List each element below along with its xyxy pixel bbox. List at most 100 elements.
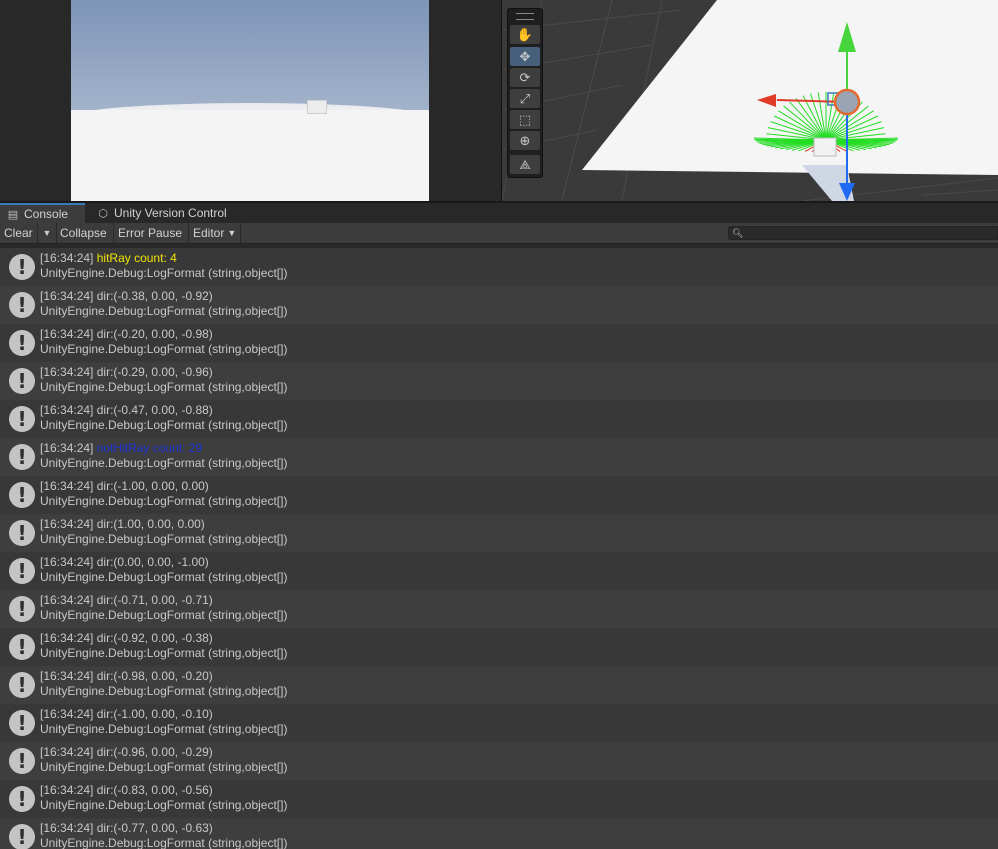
log-stacktrace: UnityEngine.Debug:LogFormat (string,obje… [40, 456, 288, 470]
log-entry[interactable]: ! [16:34:24] dir:(-0.47, 0.00, -0.88) Unit… [0, 400, 998, 438]
bottom-tabbar: ▤ Console ⬡ Unity Version Control [0, 203, 998, 224]
hand-tool-button[interactable]: ✋ [510, 25, 540, 44]
transform-tool-button[interactable]: ⊕ [510, 131, 540, 150]
gizmo-center-sphere[interactable] [833, 88, 861, 116]
log-info-icon: ! [9, 748, 35, 774]
rotate-icon: ⟳ [519, 69, 531, 85]
log-message: [16:34:24] dir:(-0.77, 0.00, -0.63) [40, 821, 213, 836]
rect-icon: ⬚ [518, 111, 532, 127]
log-message: [16:34:24] dir:(-0.47, 0.00, -0.88) [40, 403, 213, 418]
log-entry[interactable]: ! [16:34:24] dir:(0.00, 0.00, -1.00) Unity… [0, 552, 998, 590]
log-entry[interactable]: ! [16:34:24] dir:(-0.92, 0.00, -0.38) Unit… [0, 628, 998, 666]
log-timestamp: [16:34:24] [40, 669, 94, 683]
log-timestamp: [16:34:24] [40, 821, 94, 835]
clear-button[interactable]: Clear [0, 223, 38, 243]
scene-cube[interactable] [813, 137, 837, 157]
log-text: dir:(1.00, 0.00, 0.00) [96, 517, 205, 531]
log-message: [16:34:24] dir:(-1.00, 0.00, 0.00) [40, 479, 209, 494]
move-icon: ✥ [519, 48, 531, 64]
log-entry[interactable]: ! [16:34:24] dir:(-0.98, 0.00, -0.20) Unit… [0, 666, 998, 704]
log-text: hitRay count: 4 [96, 251, 177, 265]
log-stacktrace: UnityEngine.Debug:LogFormat (string,obje… [40, 570, 288, 584]
log-entry[interactable]: ! [16:34:24] dir:(-1.00, 0.00, -0.10) Unit… [0, 704, 998, 742]
game-view-margin-left [0, 0, 71, 201]
log-message: [16:34:24] dir:(1.00, 0.00, 0.00) [40, 517, 205, 532]
version-control-icon: ⬡ [98, 207, 108, 220]
rotate-tool-button[interactable]: ⟳ [510, 68, 540, 87]
move-tool-button[interactable]: ✥ [510, 47, 540, 66]
log-timestamp: [16:34:24] [40, 403, 94, 417]
collapse-button[interactable]: Collapse [56, 223, 114, 243]
log-stacktrace: UnityEngine.Debug:LogFormat (string,obje… [40, 646, 288, 660]
log-info-icon: ! [9, 292, 35, 318]
collapse-label: Collapse [60, 226, 107, 240]
log-message: [16:34:24] dir:(-0.83, 0.00, -0.56) [40, 783, 213, 798]
log-entry[interactable]: ! [16:34:24] dir:(1.00, 0.00, 0.00) UnityE… [0, 514, 998, 552]
log-message: [16:34:24] dir:(0.00, 0.00, -1.00) [40, 555, 209, 570]
log-text: notHitRay count: 29 [96, 441, 203, 455]
log-message: [16:34:24] dir:(-0.92, 0.00, -0.38) [40, 631, 213, 646]
log-message: [16:34:24] notHitRay count: 29 [40, 441, 202, 456]
game-cube [307, 100, 327, 114]
log-message: [16:34:24] dir:(-0.96, 0.00, -0.29) [40, 745, 213, 760]
log-info-icon: ! [9, 824, 35, 849]
log-text: dir:(-0.77, 0.00, -0.63) [96, 821, 213, 835]
log-info-icon: ! [9, 596, 35, 622]
log-message: [16:34:24] dir:(-0.29, 0.00, -0.96) [40, 365, 213, 380]
scale-tool-button[interactable]: ⤢ [510, 89, 540, 108]
log-text: dir:(-0.29, 0.00, -0.96) [96, 365, 213, 379]
log-stacktrace: UnityEngine.Debug:LogFormat (string,obje… [40, 760, 288, 774]
log-stacktrace: UnityEngine.Debug:LogFormat (string,obje… [40, 304, 288, 318]
log-entry[interactable]: ! [16:34:24] dir:(-0.83, 0.00, -0.56) Unit… [0, 780, 998, 818]
log-stacktrace: UnityEngine.Debug:LogFormat (string,obje… [40, 532, 288, 546]
overlay-drag-handle-icon[interactable] [516, 13, 534, 20]
log-info-icon: ! [9, 482, 35, 508]
log-entry[interactable]: ! [16:34:24] notHitRay count: 29 UnityEngi… [0, 438, 998, 476]
custom-tool-button[interactable]: ⟁ [510, 155, 540, 174]
log-timestamp: [16:34:24] [40, 555, 94, 569]
log-stacktrace: UnityEngine.Debug:LogFormat (string,obje… [40, 836, 288, 849]
log-entry[interactable]: ! [16:34:24] dir:(-1.00, 0.00, 0.00) Unity… [0, 476, 998, 514]
log-info-icon: ! [9, 634, 35, 660]
search-icon: 🔍︎ [732, 228, 744, 238]
console-search-input[interactable]: 🔍︎ [728, 226, 998, 240]
log-entry[interactable]: ! [16:34:24] dir:(-0.20, 0.00, -0.98) Unit… [0, 324, 998, 362]
log-entry[interactable]: ! [16:34:24] hitRay count: 4 UnityEngine.D… [0, 248, 998, 286]
log-text: dir:(-1.00, 0.00, 0.00) [96, 479, 209, 493]
log-text: dir:(-0.38, 0.00, -0.92) [96, 289, 213, 303]
rect-tool-button[interactable]: ⬚ [510, 110, 540, 129]
log-stacktrace: UnityEngine.Debug:LogFormat (string,obje… [40, 608, 288, 622]
log-entry[interactable]: ! [16:34:24] dir:(-0.29, 0.00, -0.96) Unit… [0, 362, 998, 400]
log-stacktrace: UnityEngine.Debug:LogFormat (string,obje… [40, 342, 288, 356]
editor-dropdown[interactable]: Editor ▼ [189, 223, 241, 243]
log-message: [16:34:24] dir:(-0.98, 0.00, -0.20) [40, 669, 213, 684]
log-message: [16:34:24] dir:(-0.71, 0.00, -0.71) [40, 593, 213, 608]
log-entry[interactable]: ! [16:34:24] dir:(-0.38, 0.00, -0.92) Unit… [0, 286, 998, 324]
editor-views: ✋ ✥ ⟳ ⤢ ⬚ ⊕ ⟁ [0, 0, 998, 203]
log-info-icon: ! [9, 672, 35, 698]
log-text: dir:(0.00, 0.00, -1.00) [96, 555, 209, 569]
log-timestamp: [16:34:24] [40, 327, 94, 341]
log-message: [16:34:24] dir:(-1.00, 0.00, -0.10) [40, 707, 213, 722]
game-ground-plane [71, 110, 429, 201]
log-entry[interactable]: ! [16:34:24] dir:(-0.71, 0.00, -0.71) Unit… [0, 590, 998, 628]
scene-canvas[interactable] [502, 0, 998, 201]
log-text: dir:(-0.83, 0.00, -0.56) [96, 783, 213, 797]
chevron-down-icon: ▼ [227, 228, 237, 238]
log-entry[interactable]: ! [16:34:24] dir:(-0.96, 0.00, -0.29) Unit… [0, 742, 998, 780]
error-pause-label: Error Pause [118, 226, 183, 240]
log-text: dir:(-0.47, 0.00, -0.88) [96, 403, 213, 417]
log-timestamp: [16:34:24] [40, 707, 94, 721]
log-entry[interactable]: ! [16:34:24] dir:(-0.77, 0.00, -0.63) Unit… [0, 818, 998, 849]
log-info-icon: ! [9, 368, 35, 394]
game-view[interactable] [71, 0, 429, 201]
log-text: dir:(-1.00, 0.00, -0.10) [96, 707, 213, 721]
log-timestamp: [16:34:24] [40, 441, 94, 455]
error-pause-button[interactable]: Error Pause [114, 223, 189, 243]
scene-view[interactable] [502, 0, 998, 201]
log-timestamp: [16:34:24] [40, 631, 94, 645]
clear-options-dropdown[interactable]: ▼ [38, 223, 57, 243]
tab-console[interactable]: ▤ Console [0, 203, 85, 223]
tab-unity-version-control[interactable]: ⬡ Unity Version Control [90, 203, 227, 223]
console-log-list[interactable]: ! [16:34:24] hitRay count: 4 UnityEngine.D… [0, 243, 998, 849]
